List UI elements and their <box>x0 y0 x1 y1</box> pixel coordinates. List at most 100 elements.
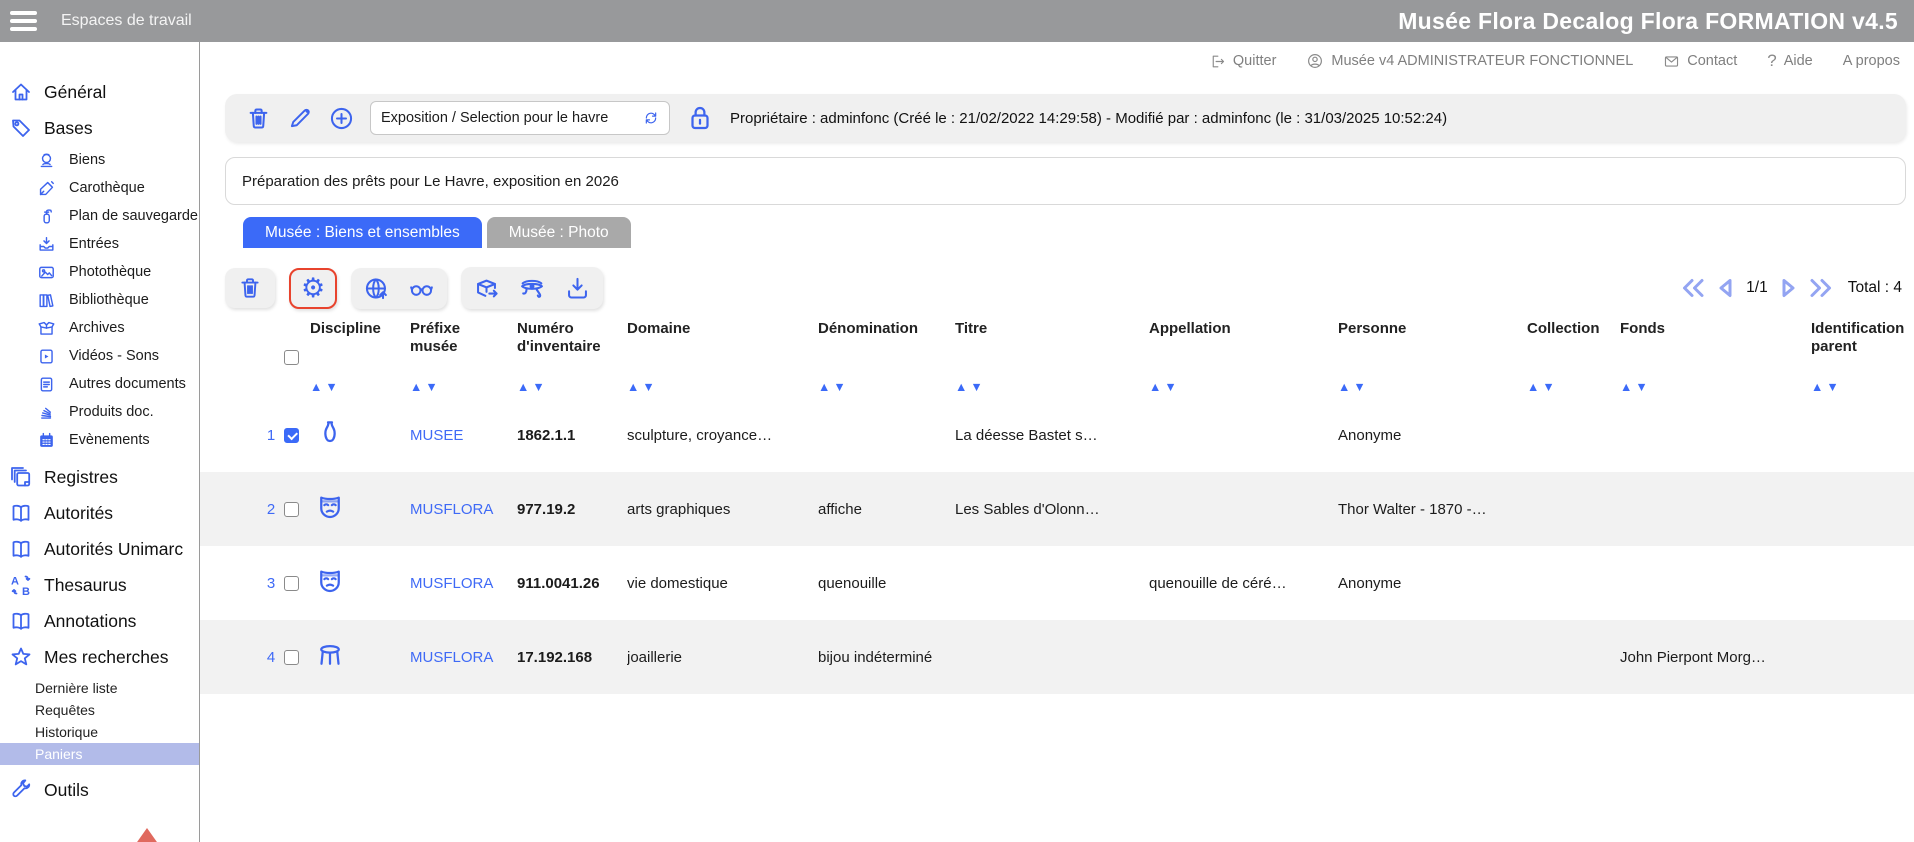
sidebar-item-archives[interactable]: Archives <box>0 314 199 342</box>
sidebar-item-thesaurus[interactable]: AB Thesaurus <box>0 567 199 603</box>
sort-asc-icon: ▲ <box>1811 380 1826 394</box>
settings-button[interactable]: ⚙ <box>301 275 325 302</box>
sidebar-item-label: Registres <box>44 467 118 488</box>
sort-control[interactable]: ▲▼ <box>1527 380 1610 394</box>
tab-biens-et-ensembles[interactable]: Musée : Biens et ensembles <box>243 217 482 248</box>
sort-control[interactable]: ▲▼ <box>1149 380 1328 394</box>
sort-desc-icon: ▼ <box>425 380 440 394</box>
row-checkbox[interactable] <box>284 650 299 665</box>
sidebar-item-plan-sauvegarde[interactable]: Plan de sauvegarde <box>0 202 199 230</box>
wrench-icon <box>9 778 33 802</box>
sidebar-item-produits-doc[interactable]: Produits doc. <box>0 398 199 426</box>
sort-desc-icon: ▼ <box>1164 380 1179 394</box>
sort-asc-icon: ▲ <box>310 380 325 394</box>
tab-photo[interactable]: Musée : Photo <box>487 217 631 248</box>
warning-triangle-icon <box>130 828 164 842</box>
sidebar-item-general[interactable]: Général <box>0 74 199 110</box>
first-page-icon[interactable] <box>1679 276 1709 300</box>
row-number-link[interactable]: 4 <box>267 649 275 666</box>
sort-control[interactable]: ▲▼ <box>818 380 945 394</box>
sidebar-item-biens[interactable]: Biens <box>0 146 199 174</box>
quit-link[interactable]: Quitter <box>1209 53 1277 70</box>
sidebar-item-evenements[interactable]: Evènements <box>0 426 199 454</box>
hamburger-menu-icon[interactable] <box>10 7 37 35</box>
book-icon <box>9 537 33 561</box>
basket-title-input[interactable]: Préparation des prêts pour Le Havre, exp… <box>225 157 1906 205</box>
sort-control[interactable]: ▲▼ <box>955 380 1139 394</box>
user-icon <box>1306 52 1324 70</box>
export-box-button[interactable] <box>473 275 500 302</box>
sidebar-item-entrees[interactable]: Entrées <box>0 230 199 258</box>
edit-basket-button[interactable] <box>287 105 313 131</box>
basket-select[interactable]: Exposition / Selection pour le havre <box>370 101 670 135</box>
download-button[interactable] <box>564 275 591 302</box>
sidebar-item-videos-sons[interactable]: Vidéos - Sons <box>0 342 199 370</box>
sort-control[interactable]: ▲▼ <box>410 380 507 394</box>
delete-basket-button[interactable] <box>245 105 272 132</box>
current-user[interactable]: Musée v4 ADMINISTRATEUR FONCTIONNEL <box>1306 52 1633 70</box>
sort-control[interactable]: ▲▼ <box>517 380 617 394</box>
domaine-cell: arts graphiques <box>627 501 818 518</box>
prefix-link[interactable]: MUSFLORA <box>410 649 517 666</box>
sidebar-item-derniere-liste[interactable]: Dernière liste <box>0 677 199 699</box>
core-drill-icon <box>37 179 56 198</box>
sort-desc-icon: ▼ <box>1826 380 1841 394</box>
prefix-link[interactable]: MUSFLORA <box>410 575 517 592</box>
row-number-link[interactable]: 2 <box>267 501 275 518</box>
select-all-checkbox[interactable] <box>284 350 299 365</box>
row-checkbox[interactable] <box>284 502 299 517</box>
sidebar-item-label: Archives <box>69 320 125 336</box>
next-page-icon[interactable] <box>1776 276 1800 300</box>
last-page-icon[interactable] <box>1805 276 1835 300</box>
sort-desc-icon: ▼ <box>1353 380 1368 394</box>
column-header-appellation: Appellation▲▼ <box>1149 316 1338 398</box>
titre-cell: Les Sables d'Olonn… <box>955 501 1149 518</box>
sidebar-item-paniers[interactable]: Paniers <box>0 743 199 765</box>
lock-icon <box>685 103 715 133</box>
sort-asc-icon: ▲ <box>627 380 642 394</box>
sort-control[interactable]: ▲▼ <box>1620 380 1801 394</box>
sort-control[interactable]: ▲▼ <box>1811 380 1904 394</box>
export-web-button[interactable] <box>363 275 390 302</box>
help-link[interactable]: ? Aide <box>1767 51 1813 71</box>
watch-button[interactable] <box>518 274 546 302</box>
add-basket-button[interactable] <box>328 105 355 132</box>
sort-asc-icon: ▲ <box>955 380 970 394</box>
sort-control[interactable]: ▲▼ <box>627 380 808 394</box>
previous-page-icon[interactable] <box>1714 276 1738 300</box>
row-checkbox[interactable] <box>284 428 299 443</box>
sidebar-item-carotheque[interactable]: Carothèque <box>0 174 199 202</box>
sidebar-item-autorites-unimarc[interactable]: Autorités Unimarc <box>0 531 199 567</box>
prefix-link[interactable]: MUSFLORA <box>410 501 517 518</box>
sidebar-item-requetes[interactable]: Requêtes <box>0 699 199 721</box>
sidebar-item-historique[interactable]: Historique <box>0 721 199 743</box>
row-number-link[interactable]: 1 <box>267 427 275 444</box>
sidebar-item-autres-documents[interactable]: Autres documents <box>0 370 199 398</box>
sidebar-item-outils[interactable]: Outils <box>0 772 199 808</box>
sort-control[interactable]: ▲▼ <box>310 380 400 394</box>
app-title: Musée Flora Decalog Flora FORMATION v4.5 <box>1398 8 1914 35</box>
sidebar-item-label: Carothèque <box>69 180 145 196</box>
delete-items-button[interactable] <box>237 275 263 301</box>
workspaces-label[interactable]: Espaces de travail <box>61 12 192 30</box>
contact-link[interactable]: Contact <box>1663 53 1737 70</box>
sidebar-item-phototheque[interactable]: Photothèque <box>0 258 199 286</box>
sidebar-item-bases[interactable]: Bases <box>0 110 199 146</box>
document-icon <box>37 375 56 394</box>
table-row: 1 MUSEE 1862.1.1 sculpture, croyance… La… <box>200 398 1914 472</box>
about-link[interactable]: A propos <box>1843 53 1900 69</box>
row-number-link[interactable]: 3 <box>267 575 275 592</box>
sidebar-item-autorites[interactable]: Autorités <box>0 495 199 531</box>
sidebar-item-registres[interactable]: Registres <box>0 459 199 495</box>
sidebar-item-mes-recherches[interactable]: Mes recherches <box>0 639 199 675</box>
preview-button[interactable] <box>408 275 435 302</box>
book-icon <box>9 501 33 525</box>
sidebar-item-bibliotheque[interactable]: Bibliothèque <box>0 286 199 314</box>
sort-desc-icon: ▼ <box>970 380 985 394</box>
row-checkbox[interactable] <box>284 576 299 591</box>
column-header-prefixe: Préfixe musée▲▼ <box>410 316 517 398</box>
sidebar-item-annotations[interactable]: Annotations <box>0 603 199 639</box>
gear-icon: ⚙ <box>301 275 325 302</box>
prefix-link[interactable]: MUSEE <box>410 427 517 444</box>
sort-control[interactable]: ▲▼ <box>1338 380 1517 394</box>
